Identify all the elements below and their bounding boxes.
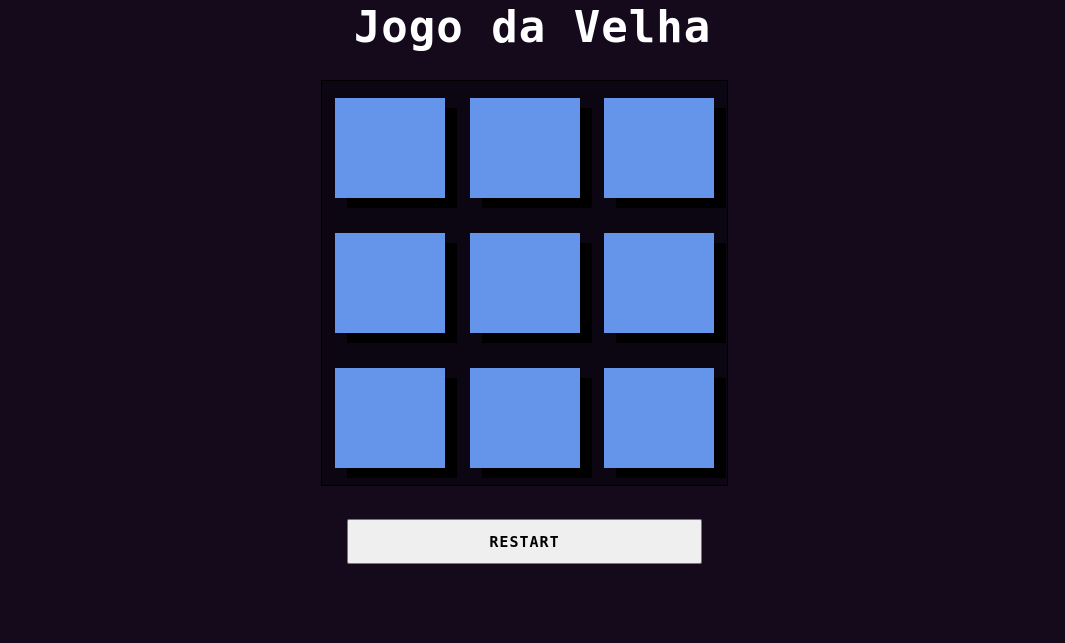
restart-button[interactable]: RESTART — [347, 519, 702, 564]
board-cell-1[interactable] — [335, 98, 445, 198]
cell-mark — [335, 233, 445, 333]
board-cell-4[interactable] — [335, 233, 445, 333]
board-cell-9[interactable] — [604, 368, 714, 468]
board-cell-8[interactable] — [470, 368, 580, 468]
cell-mark — [470, 233, 580, 333]
cell-mark — [604, 98, 714, 198]
game-title: Jogo da Velha — [353, 2, 712, 53]
board-cell-3[interactable] — [604, 98, 714, 198]
cell-mark — [470, 98, 580, 198]
board-cell-6[interactable] — [604, 233, 714, 333]
cell-mark — [335, 98, 445, 198]
board-cell-7[interactable] — [335, 368, 445, 468]
cell-mark — [604, 233, 714, 333]
cell-mark — [335, 368, 445, 468]
board-cell-5[interactable] — [470, 233, 580, 333]
cell-mark — [604, 368, 714, 468]
cell-mark — [470, 368, 580, 468]
game-board — [321, 80, 728, 486]
board-cell-2[interactable] — [470, 98, 580, 198]
